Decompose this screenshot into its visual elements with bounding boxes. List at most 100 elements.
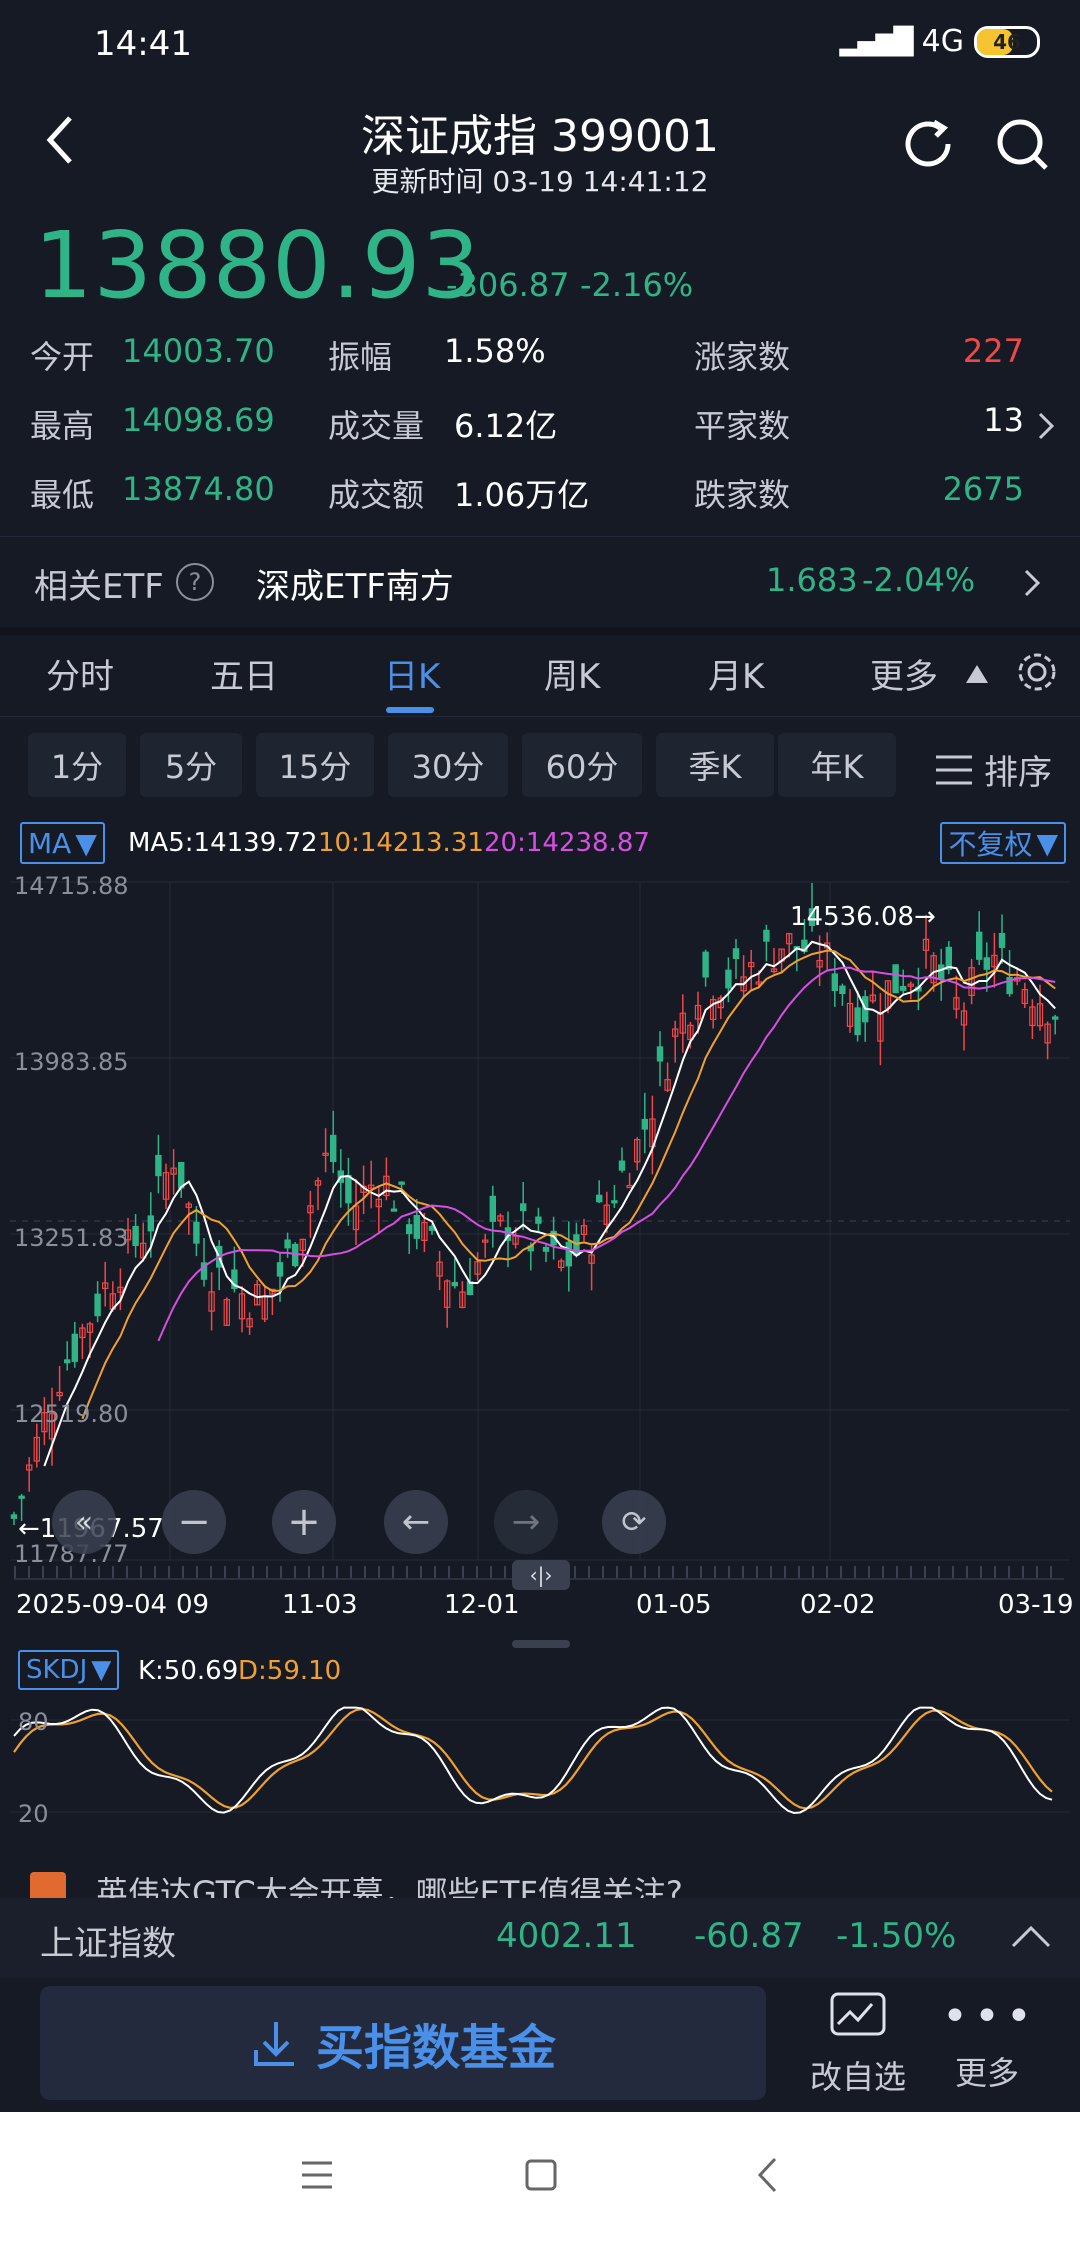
stat-value: 2675: [942, 470, 1024, 508]
adjust-dropdown[interactable]: 不复权 ▼: [940, 822, 1066, 864]
tab-monthly-k[interactable]: 月K: [708, 649, 764, 698]
back-icon[interactable]: [756, 2156, 778, 2194]
stat-value: 1.58%: [444, 332, 546, 370]
minus-icon: −: [177, 1499, 211, 1545]
gift-icon: [30, 1872, 66, 1898]
rotate-screen-button[interactable]: ⟳: [602, 1490, 666, 1554]
etf-price: 1.683: [766, 561, 858, 599]
candle-body: [398, 1181, 405, 1185]
pan-left-button[interactable]: ←: [384, 1490, 448, 1554]
tab-daily-k[interactable]: 日K: [384, 649, 440, 698]
candle-body: [345, 1174, 352, 1204]
stats-expand-button[interactable]: [1036, 410, 1056, 446]
settings-gear-icon[interactable]: [1014, 649, 1060, 695]
index-change-pct: -2.16%: [580, 266, 694, 304]
interval-5m[interactable]: 5分: [140, 733, 242, 797]
interval-quarter-k[interactable]: 季K: [656, 733, 774, 797]
candle-body: [656, 1046, 664, 1062]
candle-body: [725, 969, 732, 989]
ma-button-label: MA: [28, 826, 72, 860]
stat-label: 成交量: [328, 407, 425, 445]
divider: [0, 716, 1080, 717]
more-dots-icon: •••: [942, 1991, 1038, 2042]
search-button[interactable]: [990, 112, 1054, 176]
chevron-up-icon[interactable]: [1010, 1924, 1052, 1950]
sort-label: 排序: [984, 753, 1052, 793]
candle-body: [763, 929, 770, 942]
candle-body: [626, 1184, 633, 1189]
zoom-in-button[interactable]: +: [272, 1490, 336, 1554]
help-icon[interactable]: ?: [176, 563, 214, 601]
candle-body: [519, 1203, 527, 1212]
x-axis-label: 12-01: [444, 1590, 520, 1620]
skdj-k-line: [13, 1706, 1053, 1815]
candle-body: [854, 1007, 861, 1036]
stat-label: 最低: [30, 476, 95, 514]
ma-indicator-button[interactable]: MA ▼: [20, 822, 105, 864]
header: 深证成指 399001 更新时间 03-19 14:41:12: [0, 90, 1080, 200]
sort-button[interactable]: 排序: [934, 745, 1052, 794]
fast-rewind-button[interactable]: «: [52, 1490, 116, 1554]
interval-1m[interactable]: 1分: [28, 733, 126, 797]
candle-body: [193, 1221, 200, 1244]
candle-body: [406, 1224, 413, 1235]
zoom-out-button[interactable]: −: [162, 1490, 226, 1554]
candle-body: [451, 1282, 459, 1287]
kline-chart[interactable]: [0, 870, 1080, 1580]
tab-more[interactable]: 更多: [870, 649, 938, 698]
stat-value: 1.06万亿: [454, 476, 590, 514]
index-ticker-row[interactable]: 上证指数 4002.11 -60.87 -1.50%: [0, 1898, 1080, 1978]
candle-body: [94, 1293, 101, 1317]
interval-30m[interactable]: 30分: [388, 733, 508, 797]
candle-body: [975, 931, 983, 960]
double-chevron-left-icon: «: [74, 1504, 94, 1540]
refresh-button[interactable]: [896, 112, 960, 176]
edit-watchlist-button[interactable]: 改自选: [800, 1990, 916, 2100]
buy-index-fund-button[interactable]: 买指数基金: [40, 1986, 766, 2100]
skdj-legend: SKDJ ▼ K:50.69 D:59.10: [0, 1650, 1080, 1694]
ma20-value: 20:14238.87: [484, 828, 650, 858]
candle-body: [1051, 1016, 1059, 1020]
related-etf-row[interactable]: 相关ETF ? 深成ETF南方 1.683 -2.04%: [0, 537, 1080, 627]
stat-label: 涨家数: [694, 338, 791, 376]
chart-edit-icon: [830, 1992, 886, 2036]
candle-body: [618, 1160, 626, 1171]
adjust-label: 不复权: [948, 828, 1033, 861]
y-axis-label: 12519.80: [14, 1400, 129, 1428]
chevron-right-icon: [1038, 412, 1055, 440]
home-icon[interactable]: [524, 2158, 558, 2192]
news-banner[interactable]: 英伟达GTC大会开幕，哪些ETF值得关注?: [0, 1862, 1080, 1898]
ma5-line: [43, 940, 1056, 1467]
resize-handle[interactable]: [512, 1640, 570, 1648]
menu-icon[interactable]: [300, 2160, 334, 2190]
scroll-handle[interactable]: ‹|›: [512, 1560, 570, 1590]
pan-right-button[interactable]: →: [494, 1490, 558, 1554]
stat-value: 6.12亿: [454, 407, 558, 445]
stat-value: 14003.70: [122, 332, 275, 370]
candle-body: [147, 1215, 154, 1232]
candle-body: [71, 1333, 78, 1362]
ma10-line: [81, 949, 1056, 1420]
dropdown-triangle-icon: ▼: [1036, 826, 1058, 860]
stat-label: 振幅: [328, 338, 393, 376]
interval-60m[interactable]: 60分: [522, 733, 642, 797]
dropdown-triangle-icon: ▼: [91, 1655, 112, 1685]
etf-pct: -2.04%: [862, 561, 976, 599]
candle-body: [565, 1241, 573, 1267]
x-axis-label: 03-19: [998, 1590, 1074, 1620]
candle-body: [10, 1514, 18, 1519]
tab-five-day[interactable]: 五日: [210, 649, 278, 698]
etf-name: 深成ETF南方: [256, 567, 454, 607]
candle-body: [155, 1154, 162, 1177]
candle-body: [839, 985, 846, 995]
tab-weekly-k[interactable]: 周K: [544, 649, 600, 698]
interval-year-k[interactable]: 年K: [778, 733, 896, 797]
more-button[interactable]: ••• 更多: [942, 1990, 1032, 2100]
stat-label: 今开: [30, 338, 95, 376]
interval-15m[interactable]: 15分: [256, 733, 374, 797]
tab-minute[interactable]: 分时: [46, 649, 114, 698]
stat-label: 平家数: [694, 407, 791, 445]
skdj-indicator-button[interactable]: SKDJ ▼: [18, 1650, 120, 1690]
stat-label: 最高: [30, 407, 95, 445]
skdj-chart[interactable]: [0, 1694, 1080, 1834]
